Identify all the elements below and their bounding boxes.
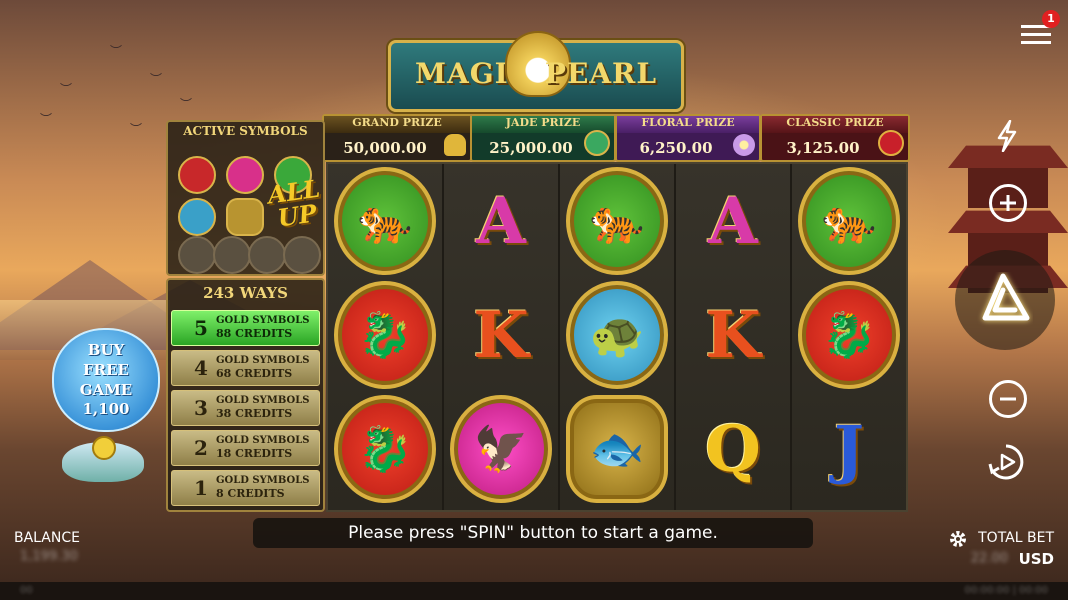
flower-icon [733, 134, 755, 156]
settings-gear-icon[interactable] [948, 529, 968, 549]
decrease-bet-button[interactable] [989, 380, 1027, 418]
plus-icon [1000, 195, 1016, 211]
ways-title: 243 WAYS [203, 284, 288, 302]
ways-panel: 243 WAYS 5 GOLD SYMBOLS 88 CREDITS 4 GOLD S… [166, 278, 325, 512]
phoenix-coin-icon [226, 156, 264, 194]
ways-row-1: 1 GOLD SYMBOLS 8 CREDITS [171, 470, 320, 506]
total-bet-value: 22.00 [970, 551, 1008, 566]
all-up-badge: ALL UP [265, 173, 322, 233]
buy-line-3: GAME [79, 381, 133, 399]
reel-1: 🐅 🐉 🐉 [328, 164, 444, 510]
autoplay-button[interactable] [984, 440, 1028, 484]
currency-label: USD [1018, 550, 1054, 568]
tiger-symbol: 🐅 [334, 167, 436, 275]
letter-q-symbol: Q [705, 411, 761, 487]
letter-a-symbol: A [476, 183, 526, 259]
letter-a-symbol: A [708, 183, 758, 259]
active-symbols-panel: ACTIVE SYMBOLS ALL UP [166, 120, 325, 276]
dragon-inactive-icon [178, 236, 216, 274]
autoplay-icon [988, 444, 1024, 480]
buy-price: 1,100 [82, 400, 130, 418]
turtle-symbol: 🐢 [566, 281, 668, 389]
game-logo: MAGIC PEARL [388, 31, 684, 112]
lightning-icon [997, 120, 1017, 152]
phoenix-symbol: 🦅 [450, 395, 552, 503]
balance-label: BALANCE [14, 530, 80, 546]
ways-row-2: 2 GOLD SYMBOLS 18 CREDITS [171, 430, 320, 466]
red-lantern-icon [878, 130, 904, 156]
phoenix-inactive-icon [213, 236, 251, 274]
minus-icon [1000, 397, 1016, 401]
floral-prize-value: 6,250.00 [639, 139, 713, 157]
logo-word-2: PEARL [544, 57, 657, 90]
grand-prize-label: GRAND PRIZE [324, 116, 470, 133]
spin-icon [982, 273, 1030, 321]
classic-prize-panel: CLASSIC PRIZE 3,125.00 [760, 114, 910, 162]
notification-badge: 1 [1042, 10, 1060, 28]
reel-5: 🐅 🐉 J [792, 164, 906, 510]
jade-coin-icon [584, 130, 610, 156]
buy-line-1: BUY [87, 341, 125, 359]
classic-prize-value: 3,125.00 [786, 139, 860, 157]
active-symbols-title: ACTIVE SYMBOLS [183, 124, 308, 138]
reel-2: A K 🦅 [444, 164, 560, 510]
ways-row-3: 3 GOLD SYMBOLS 38 CREDITS [171, 390, 320, 426]
total-bet-label: TOTAL BET [978, 530, 1054, 546]
koi-fish-symbol: 🐟 [566, 395, 668, 503]
buy-line-2: FREE [83, 361, 129, 379]
footer-clock: 00:00:00 | 00:00 [964, 585, 1048, 596]
reel-3: 🐅 🐢 🐟 [560, 164, 676, 510]
floral-prize-label: FLORAL PRIZE [617, 116, 759, 133]
footer-left-text: 00 [20, 585, 33, 596]
reel-4: A K Q [676, 164, 792, 510]
floral-prize-panel: FLORAL PRIZE 6,250.00 [615, 114, 761, 162]
grand-prize-panel: GRAND PRIZE 50,000.00 [322, 114, 472, 162]
ways-row-5: 5 GOLD SYMBOLS 88 CREDITS [171, 310, 320, 346]
buy-free-game-button[interactable]: BUY FREE GAME 1,100 [52, 328, 160, 432]
dragon-symbol: 🐉 [798, 281, 900, 389]
jade-prize-panel: JADE PRIZE 25,000.00 [470, 114, 616, 162]
turtle-inactive-icon [283, 236, 321, 274]
tiger-symbol: 🐅 [566, 167, 668, 275]
letter-j-symbol: J [833, 411, 865, 487]
hamburger-icon [1021, 25, 1051, 44]
grand-prize-value: 50,000.00 [343, 139, 427, 157]
increase-bet-button[interactable] [989, 184, 1027, 222]
tiger-inactive-icon [248, 236, 286, 274]
letter-k-symbol: K [705, 297, 761, 373]
spin-button[interactable] [955, 250, 1055, 350]
jade-prize-value: 25,000.00 [489, 139, 573, 157]
ways-row-4: 4 GOLD SYMBOLS 68 CREDITS [171, 350, 320, 386]
letter-k-symbol: K [473, 297, 529, 373]
dragon-coin-icon [178, 156, 216, 194]
status-message: Please press "SPIN" button to start a ga… [253, 518, 813, 548]
turtle-coin-icon [178, 198, 216, 236]
clam-pearl-icon [62, 436, 144, 482]
footer-bar: 00 00:00:00 | 00:00 [0, 582, 1068, 600]
reels-grid: 🐅 🐉 🐉 A K 🦅 🐅 🐢 🐟 A K Q 🐅 🐉 J [326, 162, 908, 512]
turbo-button[interactable] [992, 118, 1022, 154]
tiger-symbol: 🐅 [798, 167, 900, 275]
gold-ingot-icon [444, 134, 466, 156]
dragon-symbol: 🐉 [334, 395, 436, 503]
balance-value: 1,199.30 [20, 549, 78, 564]
dragon-symbol: 🐉 [334, 281, 436, 389]
koi-coin-icon [226, 198, 264, 236]
